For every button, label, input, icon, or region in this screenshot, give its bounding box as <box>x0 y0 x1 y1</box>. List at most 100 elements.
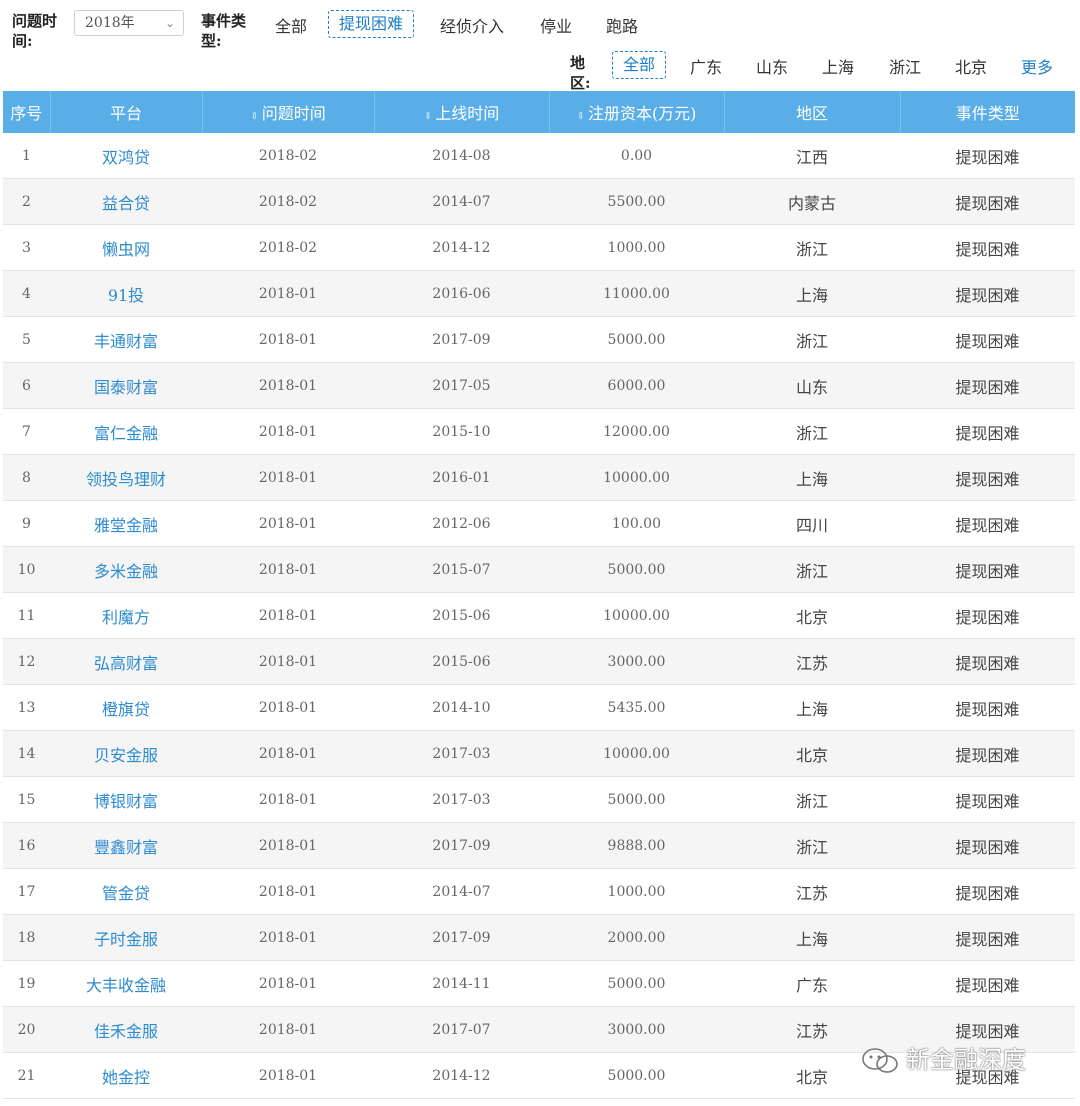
event-type-option-police-intervention[interactable]: 经侦介入 <box>430 14 514 40</box>
region: 浙江 <box>724 316 900 363</box>
platform-link[interactable]: 91投 <box>50 270 202 317</box>
platform-link[interactable]: 弘高财富 <box>50 638 202 685</box>
platform-link[interactable]: 橙旗贷 <box>50 684 202 731</box>
platform-link[interactable]: 领投鸟理财 <box>50 454 202 501</box>
column-header-index: 序号 <box>3 91 51 133</box>
registered-capital: 1000.00 <box>549 224 724 271</box>
platform-link[interactable]: 佳禾金服 <box>50 1006 202 1053</box>
registered-capital: 5000.00 <box>549 960 724 1007</box>
issue-time: 2018-01 <box>202 592 374 639</box>
row-index: 2 <box>3 178 50 225</box>
platform-link[interactable]: 富仁金融 <box>50 408 202 455</box>
event-type: 提现困难 <box>900 500 1075 547</box>
table-row: 19 大丰收金融 2018-01 2014-11 5000.00 广东 提现困难 <box>3 960 1075 1007</box>
event-type: 提现困难 <box>900 316 1075 363</box>
region: 上海 <box>724 914 900 961</box>
more-regions-link[interactable]: 更多 <box>1011 55 1063 81</box>
platform-link[interactable]: 贝安金服 <box>50 730 202 777</box>
region: 上海 <box>724 454 900 501</box>
platform-link[interactable]: 她金控 <box>50 1052 202 1099</box>
row-index: 10 <box>3 546 50 593</box>
row-index: 20 <box>3 1006 50 1053</box>
event-type-option-all[interactable]: 全部 <box>265 14 317 40</box>
event-type-option-absconded[interactable]: 跑路 <box>596 14 648 40</box>
row-index: 11 <box>3 592 50 639</box>
platform-link[interactable]: 双鸿贷 <box>50 133 202 179</box>
platform-link[interactable]: 多米金融 <box>50 546 202 593</box>
platform-link[interactable]: 管金贷 <box>50 868 202 915</box>
region-option-shanghai[interactable]: 上海 <box>812 55 864 81</box>
event-type: 提现困难 <box>900 133 1075 179</box>
issue-time: 2018-01 <box>202 546 374 593</box>
row-index: 5 <box>3 316 50 363</box>
column-header-issue-time[interactable]: ⇕ 问题时间 <box>202 91 375 133</box>
event-type: 提现困难 <box>900 592 1075 639</box>
platform-link[interactable]: 利魔方 <box>50 592 202 639</box>
registered-capital: 11000.00 <box>549 270 724 317</box>
issue-time: 2018-01 <box>202 730 374 777</box>
platform-link[interactable]: 丰通财富 <box>50 316 202 363</box>
platform-link[interactable]: 懒虫网 <box>50 224 202 271</box>
registered-capital: 3000.00 <box>549 1006 724 1053</box>
region: 江西 <box>724 133 900 179</box>
region-option-shandong[interactable]: 山东 <box>746 55 798 81</box>
event-type: 提现困难 <box>900 868 1075 915</box>
table-row: 3 懒虫网 2018-02 2014-12 1000.00 浙江 提现困难 <box>3 224 1075 271</box>
platform-link[interactable]: 大丰收金融 <box>50 960 202 1007</box>
event-type-option-business-suspended[interactable]: 停业 <box>530 14 582 40</box>
table-row: 12 弘高财富 2018-01 2015-06 3000.00 江苏 提现困难 <box>3 638 1075 685</box>
event-type: 提现困难 <box>900 914 1075 961</box>
row-index: 15 <box>3 776 50 823</box>
issue-time: 2018-01 <box>202 454 374 501</box>
region-option-guangdong[interactable]: 广东 <box>680 55 732 81</box>
issue-time: 2018-01 <box>202 776 374 823</box>
region-option-zhejiang[interactable]: 浙江 <box>879 55 931 81</box>
registered-capital: 9888.00 <box>549 822 724 869</box>
region-option-beijing[interactable]: 北京 <box>945 55 997 81</box>
registered-capital: 10000.00 <box>549 454 724 501</box>
row-index: 17 <box>3 868 50 915</box>
year-select[interactable]: 2018年 ⌄ <box>74 10 184 36</box>
platform-link[interactable]: 雅堂金融 <box>50 500 202 547</box>
issue-time: 2018-02 <box>202 224 374 271</box>
event-type: 提现困难 <box>900 362 1075 409</box>
column-header-online-time[interactable]: ⇕ 上线时间 <box>374 91 550 133</box>
event-type-option-withdrawal-difficulty[interactable]: 提现困难 <box>328 10 415 38</box>
online-time: 2014-08 <box>374 133 549 179</box>
row-index: 1 <box>3 133 50 179</box>
platform-link[interactable]: 子时金服 <box>50 914 202 961</box>
platform-link[interactable]: 博银财富 <box>50 776 202 823</box>
issue-time: 2018-01 <box>202 914 374 961</box>
region: 江苏 <box>724 868 900 915</box>
registered-capital: 10000.00 <box>549 592 724 639</box>
sort-icon: ⇕ <box>576 111 585 122</box>
issue-time: 2018-01 <box>202 270 374 317</box>
platform-link[interactable]: 益合贷 <box>50 178 202 225</box>
registered-capital: 0.00 <box>549 133 724 179</box>
table-header-row: 序号 平台 ⇕ 问题时间 ⇕ 上线时间 ⇕ 注册资本(万元) 地区 事件类型 <box>3 91 1075 133</box>
issue-time: 2018-01 <box>202 500 374 547</box>
issue-time: 2018-01 <box>202 684 374 731</box>
table-row: 13 橙旗贷 2018-01 2014-10 5435.00 上海 提现困难 <box>3 684 1075 731</box>
online-time: 2015-06 <box>374 638 549 685</box>
registered-capital: 6000.00 <box>549 362 724 409</box>
year-select-value: 2018年 <box>85 15 135 31</box>
event-type: 提现困难 <box>900 408 1075 455</box>
issue-time: 2018-01 <box>202 316 374 363</box>
registered-capital: 2000.00 <box>549 914 724 961</box>
platform-link[interactable]: 国泰财富 <box>50 362 202 409</box>
platform-link[interactable]: 豐鑫财富 <box>50 822 202 869</box>
table-row: 8 领投鸟理财 2018-01 2016-01 10000.00 上海 提现困难 <box>3 454 1075 501</box>
column-header-registered-capital[interactable]: ⇕ 注册资本(万元) <box>549 91 725 133</box>
registered-capital: 5000.00 <box>549 776 724 823</box>
registered-capital: 5500.00 <box>549 178 724 225</box>
event-type: 提现困难 <box>900 546 1075 593</box>
region-option-all[interactable]: 全部 <box>612 51 667 79</box>
issue-time: 2018-01 <box>202 868 374 915</box>
event-type: 提现困难 <box>900 730 1075 777</box>
event-type: 提现困难 <box>900 776 1075 823</box>
online-time: 2012-06 <box>374 500 549 547</box>
online-time: 2017-03 <box>374 776 549 823</box>
online-time: 2017-09 <box>374 822 549 869</box>
event-type: 提现困难 <box>900 270 1075 317</box>
